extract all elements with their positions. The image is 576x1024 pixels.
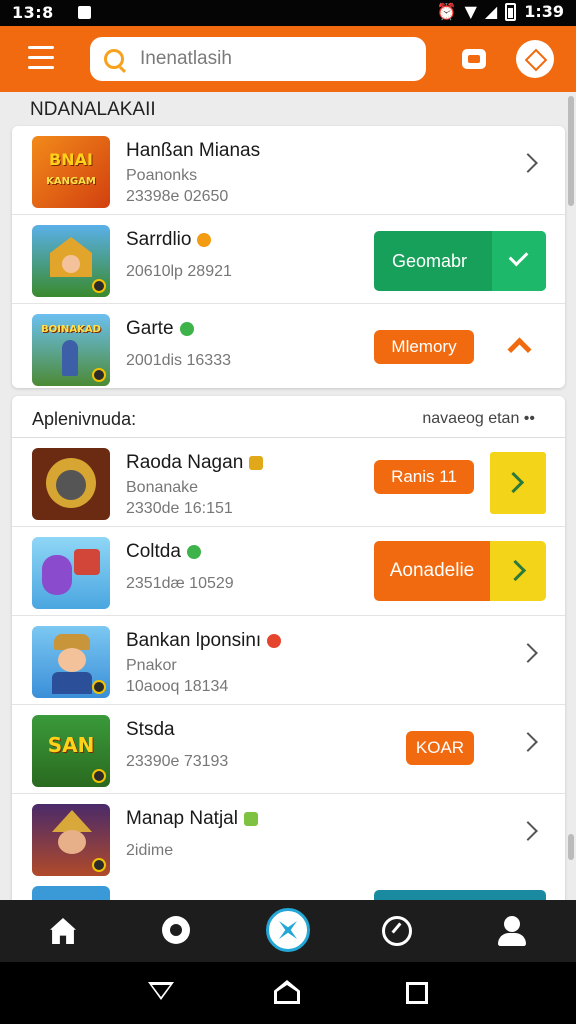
arrow-right-icon xyxy=(490,541,546,601)
app-thumbnail: BNAI KANGAM xyxy=(32,136,110,208)
bag-icon[interactable] xyxy=(462,49,486,69)
list-header-sort[interactable]: navaeog etan •• xyxy=(422,410,535,428)
app-bar xyxy=(0,26,576,92)
app-title: Stsda xyxy=(126,719,175,740)
app-meta: 2351dæ 10529 xyxy=(126,575,234,592)
scrollbar[interactable] xyxy=(568,96,574,206)
home-icon[interactable] xyxy=(45,912,85,952)
list-item[interactable]: Bankan lponsinı Pnakor 10aooq 18134 xyxy=(12,616,565,705)
list-item[interactable]: Raoda Nagan Bonanake 2330de 16:151 Ranis… xyxy=(12,438,565,527)
check-icon xyxy=(492,231,546,291)
verified-badge-icon xyxy=(249,456,264,470)
app-title: Coltda xyxy=(126,541,201,563)
search-icon xyxy=(104,49,124,69)
app-title: Raoda Nagan xyxy=(126,452,264,474)
back-icon[interactable] xyxy=(148,982,174,1000)
app-subtitle: Pnakor xyxy=(126,657,177,674)
signal-icon: ◢ xyxy=(484,2,498,21)
verified-badge-icon xyxy=(186,545,201,559)
memory-button[interactable]: Mlemory xyxy=(374,330,474,364)
chevron-right-icon[interactable] xyxy=(518,732,538,752)
user-icon[interactable] xyxy=(492,912,532,952)
app-title: Sarrdlio xyxy=(126,229,212,251)
app-subtitle: Poanonks xyxy=(126,167,198,184)
install-button-label: Geomabr xyxy=(392,251,468,271)
section-title: NDANALAKAII xyxy=(30,99,156,120)
app-thumbnail xyxy=(32,448,110,520)
wifi-icon: ▼ xyxy=(464,2,477,21)
verified-badge-icon xyxy=(197,233,212,247)
verified-badge-icon xyxy=(179,322,194,336)
app-meta: 2330de 16:151 xyxy=(126,500,233,517)
list-header-title: Aplenivnuda: xyxy=(32,409,137,429)
app-thumbnail: SAN xyxy=(32,715,110,787)
app-list-card: Aplenivnuda: navaeog etan •• Raoda Nagan… xyxy=(12,396,565,900)
status-bar: 13:8 ⏰ ▼ ◢ 1:39 xyxy=(0,0,576,26)
explore-icon[interactable] xyxy=(158,912,198,952)
main-content[interactable]: NDANALAKAII BNAI KANGAM Hanßan Mianas Po… xyxy=(0,92,576,900)
chevron-right-icon[interactable] xyxy=(518,643,538,663)
chevron-right-icon[interactable] xyxy=(518,821,538,841)
app-meta: 2001dis 16333 xyxy=(126,352,231,369)
home-nav-icon[interactable] xyxy=(274,980,300,1004)
partial-button[interactable] xyxy=(374,890,546,900)
app-thumbnail xyxy=(32,225,110,297)
verified-badge-icon xyxy=(243,812,258,826)
compass-icon[interactable] xyxy=(516,40,554,78)
alarm-icon: ⏰ xyxy=(436,2,457,21)
app-thumbnail: BOINAKAD xyxy=(32,314,110,386)
timer-icon[interactable] xyxy=(378,912,418,952)
open-button-label: Aonadelie xyxy=(374,541,490,601)
list-item[interactable]: Coltda 2351dæ 10529 Aonadelie xyxy=(12,527,565,616)
thumbnail-logo-text: SAN xyxy=(47,733,95,757)
system-navigation xyxy=(0,962,576,1024)
scrollbar-thumb[interactable] xyxy=(568,834,574,860)
thumbnail-logo-text: BOINAKAD xyxy=(41,324,101,335)
bottom-navigation xyxy=(0,900,576,962)
version-button[interactable]: Ranis 11 xyxy=(374,460,474,494)
search-bar[interactable] xyxy=(90,37,426,81)
app-thumbnail xyxy=(32,804,110,876)
list-header: Aplenivnuda: navaeog etan •• xyxy=(12,396,565,438)
list-item[interactable]: Manap Natjal 2idime xyxy=(12,794,565,883)
status-time-left: 13:8 xyxy=(12,3,54,22)
open-button[interactable]: Aonadelie xyxy=(374,541,546,601)
status-time-right: 1:39 xyxy=(524,2,564,21)
app-meta: 2idime xyxy=(126,842,174,859)
thumbnail-sub-text: KANGAM xyxy=(46,176,96,187)
notification-icon xyxy=(78,6,91,19)
app-title: Manap Natjal xyxy=(126,808,258,830)
menu-icon[interactable] xyxy=(28,46,54,70)
koar-button[interactable]: KOAR xyxy=(406,731,474,765)
status-icons: ⏰ ▼ ◢ 1:39 xyxy=(437,2,564,21)
install-button[interactable]: Geomabr xyxy=(374,231,546,291)
app-thumbnail xyxy=(32,626,110,698)
arrow-up-icon[interactable] xyxy=(508,336,530,356)
app-meta: 10aooq 18134 xyxy=(126,678,229,695)
search-input[interactable] xyxy=(140,48,390,70)
app-subtitle: Bonanake xyxy=(126,479,199,496)
chevron-right-icon[interactable] xyxy=(518,153,538,173)
app-thumbnail xyxy=(32,886,110,900)
recent-icon[interactable] xyxy=(406,982,428,1004)
app-meta: 23390e 73193 xyxy=(126,753,229,770)
list-item[interactable]: Sarrdlio 20610lp 28921 Geomabr xyxy=(12,215,565,304)
featured-card: BNAI KANGAM Hanßan Mianas Poanonks 23398… xyxy=(12,126,565,388)
center-star-icon[interactable] xyxy=(266,908,310,952)
list-item[interactable]: SAN Stsda 23390e 73193 KOAR xyxy=(12,705,565,794)
thumbnail-logo-text: BNAI xyxy=(49,150,93,169)
list-item[interactable]: BOINAKAD Garte 2001dis 16333 Mlemory xyxy=(12,304,565,393)
app-title: Hanßan Mianas xyxy=(126,140,261,161)
app-meta: 23398e 02650 xyxy=(126,188,229,205)
chevron-download-icon[interactable] xyxy=(490,452,546,514)
app-thumbnail xyxy=(32,537,110,609)
app-meta: 20610lp 28921 xyxy=(126,263,232,280)
app-title: Garte xyxy=(126,318,194,340)
app-title: Bankan lponsinı xyxy=(126,630,282,652)
verified-badge-icon xyxy=(267,634,282,648)
list-item[interactable]: BNAI KANGAM Hanßan Mianas Poanonks 23398… xyxy=(12,126,565,215)
battery-icon xyxy=(505,2,517,21)
